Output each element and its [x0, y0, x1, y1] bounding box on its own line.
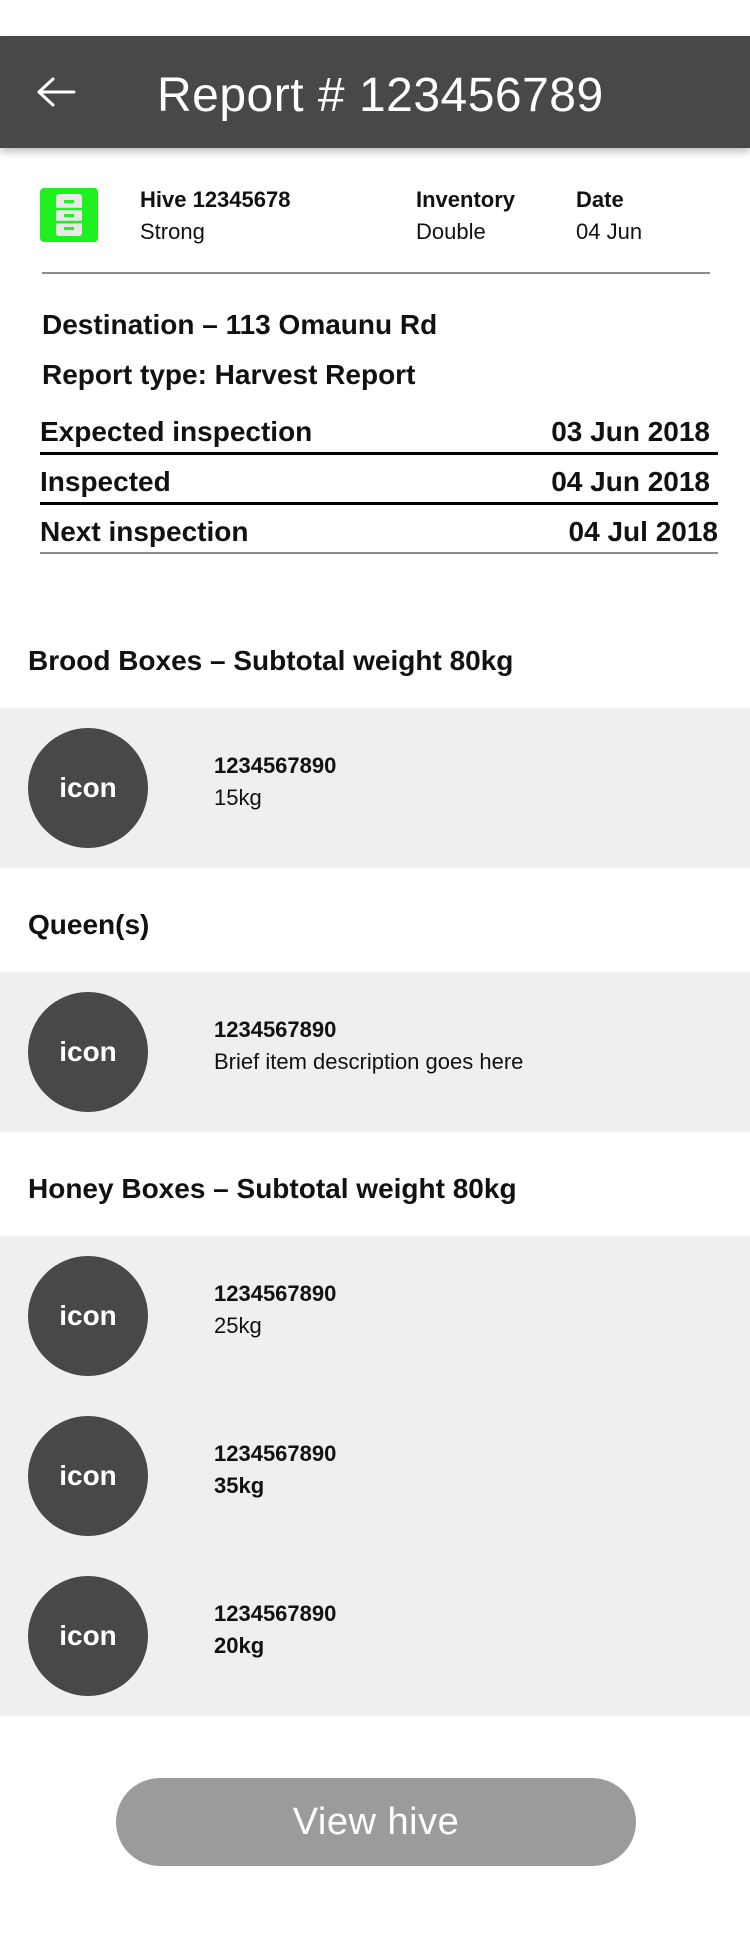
item-description: Brief item description goes here: [214, 1049, 524, 1074]
back-arrow-icon[interactable]: [36, 76, 76, 108]
next-inspection-row: Next inspection 04 Jul 2018: [40, 510, 718, 554]
honey-boxes-list: icon 1234567890 25kg icon 1234567890 35k…: [0, 1236, 750, 1716]
date-label: Date: [576, 187, 624, 212]
report-type: Report type: Harvest Report: [42, 359, 416, 390]
list-item[interactable]: icon 1234567890 20kg: [0, 1556, 750, 1716]
expected-inspection-label: Expected inspection: [40, 416, 313, 447]
expected-inspection-date: 03 Jun 2018: [551, 416, 710, 447]
item-id: 1234567890: [214, 1017, 337, 1042]
list-item[interactable]: icon 1234567890 25kg: [0, 1236, 750, 1396]
item-weight: 25kg: [214, 1313, 262, 1338]
hive-status: Strong: [140, 219, 205, 244]
next-inspection-date: 04 Jul 2018: [568, 516, 718, 547]
item-icon: icon: [28, 728, 148, 848]
inspected-date: 04 Jun 2018: [551, 466, 710, 497]
item-id: 1234567890: [214, 1601, 337, 1626]
hive-box-icon: [40, 188, 98, 242]
item-icon: icon: [28, 992, 148, 1112]
item-weight: 15kg: [214, 785, 262, 810]
inventory-info: Inventory Double: [416, 184, 515, 248]
hive-label: Hive 12345678: [140, 187, 291, 212]
honey-boxes-heading: Honey Boxes – Subtotal weight 80kg: [28, 1173, 517, 1204]
item-id: 1234567890: [214, 1441, 337, 1466]
inspected-label: Inspected: [40, 466, 171, 497]
list-item[interactable]: icon 1234567890 15kg: [0, 708, 750, 868]
page-title: Report # 123456789: [157, 69, 604, 122]
hive-info: Hive 12345678 Strong: [140, 184, 290, 248]
divider: [42, 272, 710, 274]
item-icon: icon: [28, 1256, 148, 1376]
item-id: 1234567890: [214, 1281, 337, 1306]
queens-heading: Queen(s): [28, 909, 150, 940]
destination: Destination – 113 Omaunu Rd: [42, 309, 438, 340]
inventory-label: Inventory: [416, 187, 516, 212]
inventory-value: Double: [416, 219, 486, 244]
list-item[interactable]: icon 1234567890 Brief item description g…: [0, 972, 750, 1132]
item-weight: 20kg: [214, 1633, 265, 1658]
next-inspection-label: Next inspection: [40, 516, 249, 547]
item-icon: icon: [28, 1416, 148, 1536]
item-id: 1234567890: [214, 753, 337, 778]
hive-summary: Hive 12345678 Strong Inventory Double Da…: [0, 176, 750, 256]
expected-inspection-row: Expected inspection 03 Jun 2018: [40, 410, 718, 455]
app-header: Report # 123456789: [0, 36, 750, 148]
status-bar-area: [0, 0, 750, 36]
item-weight: 35kg: [214, 1473, 265, 1498]
brood-boxes-list: icon 1234567890 15kg: [0, 708, 750, 868]
queens-list: icon 1234567890 Brief item description g…: [0, 972, 750, 1132]
brood-boxes-heading: Brood Boxes – Subtotal weight 80kg: [28, 645, 514, 676]
date-info: Date 04 Jun: [576, 184, 642, 248]
inspected-row: Inspected 04 Jun 2018: [40, 460, 718, 505]
date-value: 04 Jun: [576, 219, 643, 244]
list-item[interactable]: icon 1234567890 35kg: [0, 1396, 750, 1556]
view-hive-button[interactable]: View hive: [116, 1778, 636, 1866]
item-icon: icon: [28, 1576, 148, 1696]
